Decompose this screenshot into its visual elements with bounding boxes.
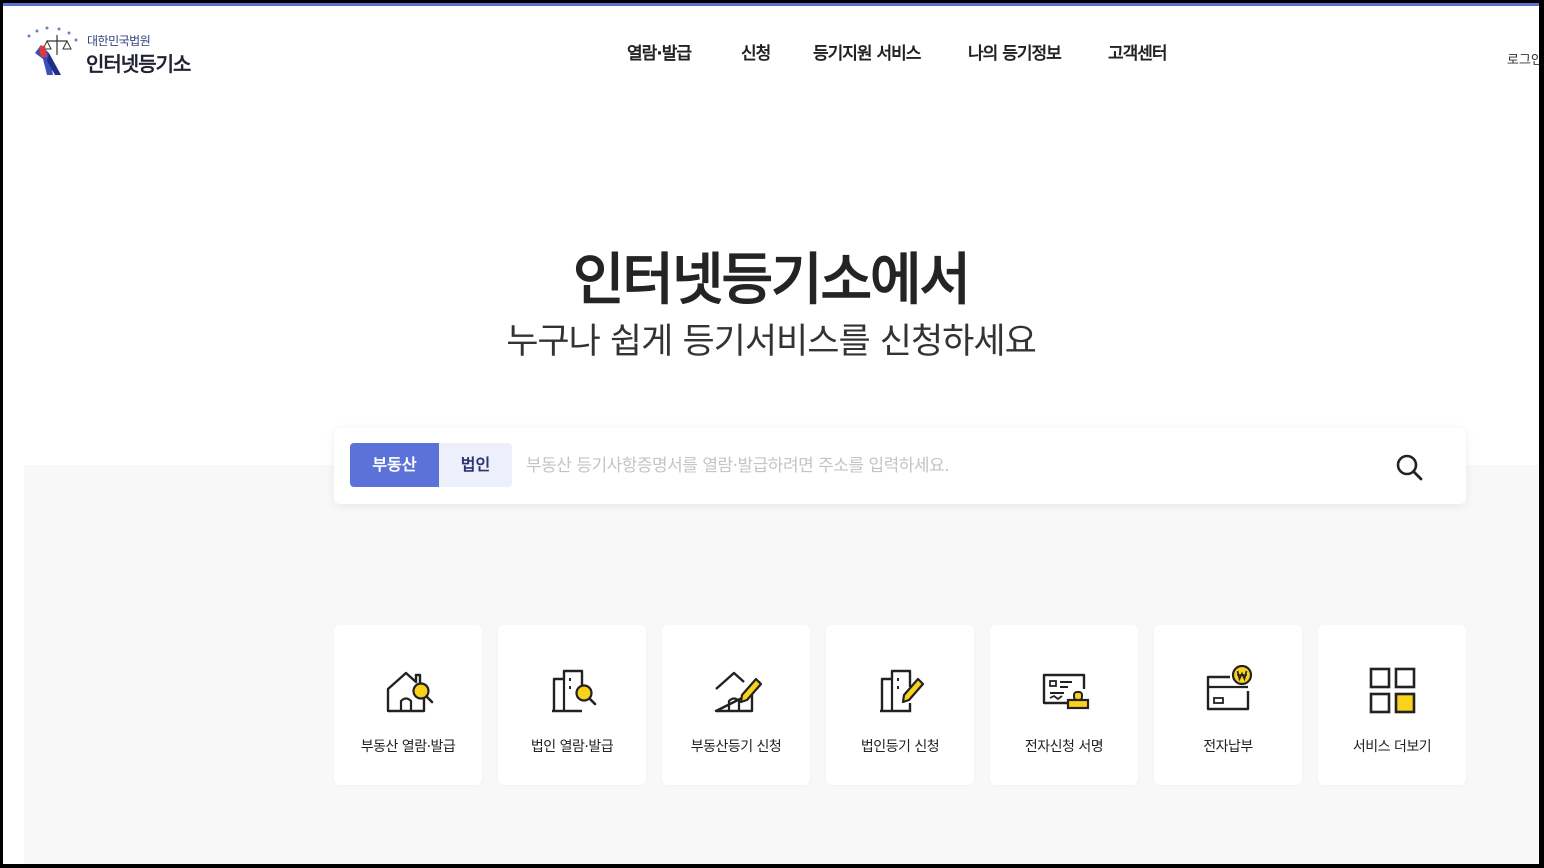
search-icon [1396,454,1423,481]
nav-view-issue[interactable]: 열람·발급 [627,39,692,64]
house-pencil-icon [714,671,762,713]
grid-more-icon [1369,667,1416,714]
card-label: 전자납부 [1203,739,1253,755]
card-label: 전자신청 서명 [1024,739,1104,755]
card-corporation-view[interactable]: 법인 열람·발급 [498,625,646,785]
login-link[interactable]: 로그인 [1507,49,1539,68]
top-accent-bar [3,3,1539,6]
card-real-estate-view[interactable]: 부동산 열람·발급 [334,625,482,785]
signature-stamp-icon [1042,673,1090,710]
hero-subtitle: 누구나 쉽게 등기서비스를 신청하세요 [506,322,1037,362]
card-label: 법인등기 신청 [860,739,940,755]
card-e-signature[interactable]: 전자신청 서명 [990,625,1138,785]
card-label: 부동산등기 신청 [690,739,782,755]
nav-my-registry[interactable]: 나의 등기정보 [968,39,1062,64]
house-search-icon [386,671,434,713]
card-more-services[interactable]: 서비스 더보기 [1318,625,1466,785]
card-real-estate-apply[interactable]: 부동산등기 신청 [662,625,810,785]
main-nav: 열람·발급 신청 등기지원 서비스 나의 등기정보 고객센터 [3,39,1539,65]
building-search-icon [552,669,597,713]
card-label: 서비스 더보기 [1352,739,1432,755]
nav-support-services[interactable]: 등기지원 서비스 [813,39,921,64]
card-label: 법인 열람·발급 [530,739,614,755]
card-e-payment[interactable]: 전자납부 [1154,625,1302,785]
tab-corporation[interactable]: 법인 [439,443,512,487]
card-corporation-apply[interactable]: 법인등기 신청 [826,625,974,785]
hero-title: 인터넷등기소에서 [572,248,971,313]
browser-viewport: 대한민국법원 인터넷등기소 열람·발급 신청 등기지원 서비스 나의 등기정보 … [3,3,1539,864]
search-box: 부동산 법인 [334,428,1466,504]
card-label: 부동산 열람·발급 [360,739,456,755]
search-button[interactable] [1392,450,1428,486]
building-pencil-icon [880,669,925,713]
nav-apply[interactable]: 신청 [741,39,771,64]
nav-customer-center[interactable]: 고객센터 [1108,39,1168,64]
tab-real-estate[interactable]: 부동산 [350,443,439,487]
card-won-icon [1206,665,1253,711]
address-search-input[interactable] [524,446,1368,486]
